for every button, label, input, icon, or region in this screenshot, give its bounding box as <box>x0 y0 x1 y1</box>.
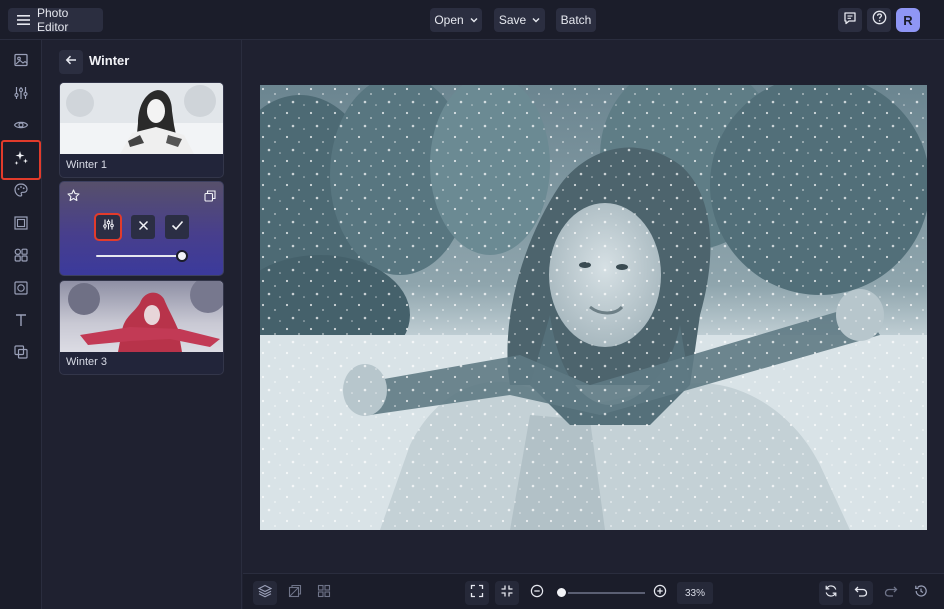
rail-item-effects[interactable] <box>1 140 41 180</box>
preset-thumbnail <box>60 281 223 352</box>
collapse-icon <box>500 584 514 603</box>
refresh-icon <box>824 584 838 603</box>
open-button[interactable]: Open <box>430 8 482 32</box>
zoom-slider-handle[interactable] <box>555 586 569 599</box>
cancel-preset-button[interactable] <box>131 215 155 239</box>
palette-icon <box>13 182 29 203</box>
intensity-slider-track[interactable] <box>96 255 184 257</box>
zoom-level-display[interactable]: 33% <box>677 582 713 604</box>
rail-item-borders[interactable] <box>6 275 36 305</box>
avatar-initial: R <box>903 12 913 28</box>
frame-icon <box>13 215 29 236</box>
intensity-slider-handle[interactable] <box>176 250 188 262</box>
image-icon <box>13 52 29 73</box>
effects-panel: Winter Winter 1 Winter 3 <box>42 40 242 609</box>
redo-icon <box>884 584 898 603</box>
rail-item-view[interactable] <box>6 112 36 142</box>
sliders-icon <box>13 85 29 106</box>
preset-label: Winter 3 <box>66 356 107 368</box>
app-title: Photo Editor <box>37 6 69 34</box>
preset-card-selected[interactable] <box>59 181 224 276</box>
rail-item-frames[interactable] <box>6 210 36 240</box>
back-button[interactable] <box>59 50 83 74</box>
open-label: Open <box>434 13 464 27</box>
rail-item-overlays[interactable] <box>6 339 36 369</box>
sliders-icon <box>102 218 115 236</box>
chevron-down-icon <box>532 17 540 23</box>
help-button[interactable] <box>867 8 891 32</box>
duplicate-icon[interactable] <box>204 189 216 207</box>
preset-card-winter-3[interactable]: Winter 3 <box>59 280 224 375</box>
actual-size-button[interactable] <box>495 581 519 605</box>
comment-icon <box>843 11 857 30</box>
chevron-down-icon <box>470 17 478 23</box>
text-icon <box>13 312 29 333</box>
grid-icon <box>317 584 331 603</box>
preset-thumbnail <box>60 83 223 154</box>
zoom-slider-track[interactable] <box>558 592 645 594</box>
batch-button[interactable]: Batch <box>556 8 596 32</box>
rail-item-image[interactable] <box>6 47 36 77</box>
help-icon <box>872 10 887 30</box>
magic-wand-icon <box>12 149 30 172</box>
check-icon <box>171 218 184 236</box>
save-button[interactable]: Save <box>494 8 545 32</box>
zoom-out-button[interactable] <box>525 581 549 605</box>
top-bar: Photo Editor Open Save Batch R <box>0 0 944 40</box>
hamburger-icon <box>17 14 31 26</box>
feedback-button[interactable] <box>838 8 862 32</box>
compare-icon <box>288 584 302 603</box>
rail-item-text[interactable] <box>6 307 36 337</box>
layers-button[interactable] <box>253 581 277 605</box>
photo-canvas[interactable] <box>260 85 927 530</box>
canvas-area <box>243 40 944 573</box>
reset-button[interactable] <box>819 581 843 605</box>
preset-label: Winter 1 <box>66 159 107 171</box>
rail-item-graphics[interactable] <box>6 242 36 272</box>
photo-editor-app: Photo Editor Open Save Batch R Winter Wi… <box>0 0 944 609</box>
zoom-out-icon <box>530 584 544 603</box>
tool-rail <box>0 40 42 609</box>
zoom-in-icon <box>653 584 667 603</box>
star-icon[interactable] <box>67 189 80 207</box>
undo-button[interactable] <box>849 581 873 605</box>
layers-icon <box>257 584 273 603</box>
compare-button[interactable] <box>283 581 307 605</box>
overlay-icon <box>13 344 29 365</box>
adjust-preset-button[interactable] <box>94 213 122 241</box>
panel-title: Winter <box>89 53 130 68</box>
grid-view-button[interactable] <box>312 581 336 605</box>
zoom-in-button[interactable] <box>648 581 672 605</box>
eye-icon <box>13 117 29 138</box>
save-label: Save <box>498 13 527 27</box>
rail-item-artsy[interactable] <box>6 177 36 207</box>
fit-screen-button[interactable] <box>465 581 489 605</box>
main-menu-button[interactable]: Photo Editor <box>8 6 103 34</box>
arrow-left-icon <box>65 53 77 71</box>
history-button[interactable] <box>909 581 933 605</box>
user-avatar[interactable]: R <box>896 8 920 32</box>
batch-label: Batch <box>560 13 592 27</box>
shapes-icon <box>13 247 29 268</box>
apply-preset-button[interactable] <box>165 215 189 239</box>
rail-item-adjust[interactable] <box>6 80 36 110</box>
redo-button[interactable] <box>879 581 903 605</box>
close-icon <box>138 218 149 236</box>
history-icon <box>914 584 928 603</box>
border-icon <box>13 280 29 301</box>
expand-icon <box>470 584 484 603</box>
preset-card-winter-1[interactable]: Winter 1 <box>59 82 224 178</box>
bottom-toolbar: 33% <box>243 573 944 609</box>
undo-icon <box>854 584 868 603</box>
